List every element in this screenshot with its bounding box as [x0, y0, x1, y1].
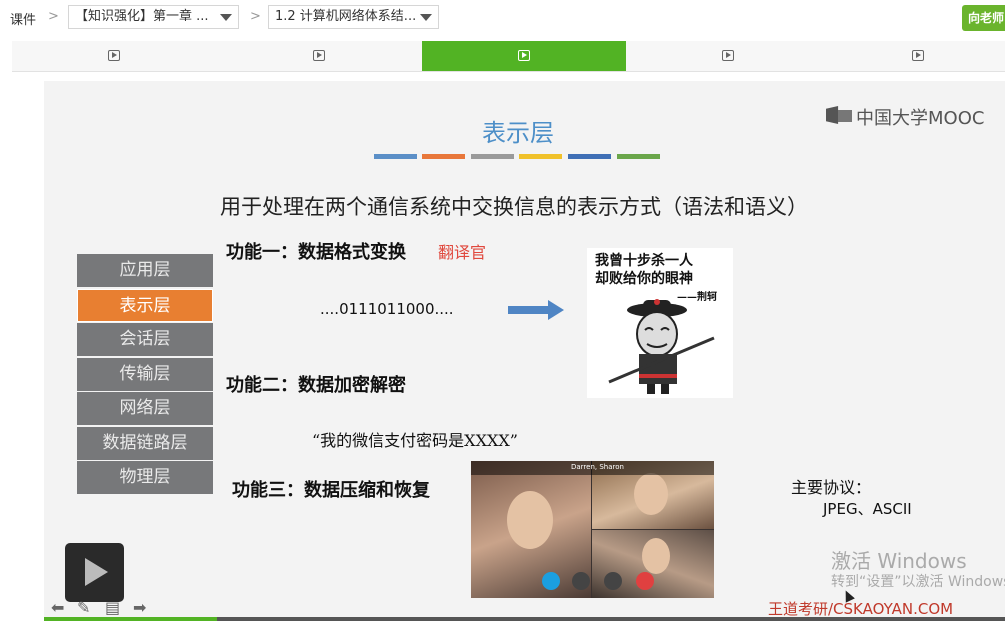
layer-network: 网络层: [77, 392, 213, 425]
title-bar: [617, 154, 660, 159]
face-shape: [634, 473, 668, 515]
layer-transport: 传输层: [77, 357, 213, 391]
note-icon[interactable]: ▤: [105, 599, 120, 617]
layer-application: 应用层: [77, 254, 213, 287]
windows-activation-title: 激活 Windows: [831, 549, 967, 573]
title-bar: [519, 154, 562, 159]
mooc-logo-icon-part: [838, 110, 852, 122]
ask-teacher-button[interactable]: 向老师: [962, 5, 1005, 31]
function-two-example: “我的微信支付密码是XXXX”: [312, 431, 518, 450]
section-select[interactable]: 1.2 计算机网络体系结...: [268, 5, 439, 29]
arrow-right-icon: [508, 300, 564, 320]
video-call-header: Darren, Sharon: [471, 461, 714, 475]
meme-caption-line2: 却败给你的眼神: [595, 271, 693, 287]
osi-layer-stack: 应用层 表示层 会话层 传输层 网络层 数据链路层 物理层: [77, 254, 213, 496]
tab-video-3[interactable]: [422, 41, 626, 71]
arrow-left-icon[interactable]: ⬅: [51, 599, 64, 617]
protocols-value: JPEG、ASCII: [823, 500, 912, 518]
chevron-right-icon: >: [250, 9, 261, 24]
title-bar: [471, 154, 514, 159]
meme-caption: 我曾十步杀一人 却败给你的眼神: [595, 252, 693, 288]
pen-icon[interactable]: ✎: [77, 599, 90, 617]
play-button[interactable]: [65, 543, 124, 602]
play-icon: [518, 50, 530, 61]
video-progress-fill: [44, 617, 217, 621]
brand-watermark: 王道考研/CSKAOYAN.COM: [768, 600, 954, 618]
lesson-tabs: [12, 41, 1005, 72]
layer-physical: 物理层: [77, 461, 213, 494]
title-bar: [374, 154, 417, 159]
face-shape: [642, 538, 670, 574]
title-color-bars: [374, 154, 664, 159]
tab-video-4[interactable]: [626, 41, 830, 71]
protocols-label: 主要协议：: [791, 478, 872, 497]
function-one-note: 翻译官: [438, 243, 487, 262]
function-three: 功能三：数据压缩和恢复: [232, 480, 430, 501]
layer-session: 会话层: [77, 323, 213, 356]
section-select-value: 1.2 计算机网络体系结...: [275, 9, 417, 24]
layer-description: 用于处理在两个通信系统中交换信息的表示方式（语法和语义）: [220, 195, 808, 219]
meme-image: 我曾十步杀一人 却败给你的眼神 ——荆轲: [587, 248, 733, 398]
video-call-caller: Darren, Sharon: [571, 463, 624, 471]
play-icon: [722, 50, 734, 61]
tab-video-2[interactable]: [217, 41, 421, 71]
function-one: 功能一：数据格式变换: [226, 242, 406, 263]
breadcrumb-bar: 课件 > 【知识强化】第一章 ... > 1.2 计算机网络体系结... 向老师: [0, 0, 1005, 36]
bit-string: ....0111011000....: [320, 300, 454, 318]
video-slide[interactable]: 表示层 中国大学MOOC 用于处理在两个通信系统中交换信息的表示方式（语法和语义…: [44, 81, 1005, 621]
chevron-right-icon: >: [48, 9, 59, 24]
arrow-right-icon[interactable]: ➡: [133, 599, 146, 617]
tab-video-1[interactable]: [12, 41, 216, 71]
video-progress-bar[interactable]: [44, 617, 1005, 621]
layer-presentation: 表示层: [77, 288, 213, 322]
chapter-select[interactable]: 【知识强化】第一章 ...: [68, 5, 239, 29]
meme-caption-line1: 我曾十步杀一人: [595, 253, 693, 269]
layer-data-link: 数据链路层: [77, 426, 213, 460]
chevron-down-icon: [220, 14, 232, 21]
title-bar: [568, 154, 611, 159]
cartoon-figure-icon: [608, 299, 715, 394]
play-icon: [313, 50, 325, 61]
play-icon: [912, 50, 924, 61]
video-icon: [542, 572, 560, 590]
function-two: 功能二：数据加密解密: [226, 375, 406, 396]
hang-up-icon: [636, 572, 654, 590]
chapter-select-value: 【知识强化】第一章 ...: [75, 9, 209, 24]
face-shape: [507, 491, 553, 549]
video-call-image: Darren, Sharon: [471, 461, 714, 598]
slide-toolbar: ⬅ ✎ ▤ ➡: [51, 599, 161, 617]
breadcrumb-root[interactable]: 课件: [10, 9, 36, 28]
title-bar: [422, 154, 465, 159]
windows-activation-hint: 转到“设置”以激活 Windows: [831, 574, 1005, 590]
tab-video-5[interactable]: [831, 41, 1005, 71]
chevron-down-icon: [420, 14, 432, 21]
add-people-icon: [604, 572, 622, 590]
mute-icon: [572, 572, 590, 590]
play-icon: [108, 50, 120, 61]
mooc-logo-text: 中国大学MOOC: [856, 108, 985, 129]
